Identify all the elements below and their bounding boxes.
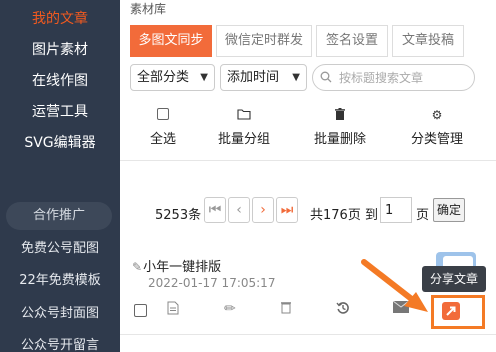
last-page-button[interactable]: ⏭ (276, 197, 298, 223)
history-icon[interactable] (336, 301, 350, 319)
page-suffix: 页 (416, 208, 430, 223)
total-count: 5253条 (155, 208, 202, 223)
sidebar-promo-item-cover[interactable]: 公众号封面图 (0, 303, 120, 325)
category-select[interactable]: 全部分类 ▼ (130, 64, 215, 91)
sort-select-value: 添加时间 (227, 70, 280, 85)
confirm-page-button[interactable]: 确定 (433, 198, 465, 222)
share-icon (446, 306, 456, 316)
search-icon (320, 71, 332, 83)
sidebar-item-online-design[interactable]: 在线作图 (0, 69, 120, 93)
sidebar-promo-label[interactable]: 合作推广 (6, 202, 112, 230)
trash-icon[interactable] (280, 301, 292, 318)
sidebar-promo-item-comments[interactable]: 公众号开留言 (0, 335, 120, 352)
folder-icon (218, 108, 270, 122)
library-title: 素材库 (130, 2, 167, 16)
sort-select[interactable]: 添加时间 ▼ (220, 64, 307, 91)
select-all-control[interactable]: 全选 (150, 108, 176, 147)
prev-page-button[interactable]: ‹ (228, 197, 250, 223)
batch-group-label: 批量分组 (218, 132, 271, 147)
tab-multi-sync[interactable]: 多图文同步 (130, 25, 212, 57)
sidebar-item-image-assets[interactable]: 图片素材 (0, 38, 120, 62)
first-page-icon: ⏮ (208, 202, 222, 218)
total-pages: 共176页 (310, 208, 361, 223)
search-box[interactable] (312, 64, 475, 91)
batch-delete-button[interactable]: 批量删除 (314, 108, 366, 147)
mail-icon[interactable] (392, 300, 410, 317)
sidebar-item-svg-editor[interactable]: SVG编辑器 (0, 131, 120, 155)
chevron-right-icon: › (260, 202, 266, 218)
article-title[interactable]: ✎小年一键排版 (132, 256, 221, 275)
category-manage-label: 分类管理 (411, 132, 464, 147)
share-button[interactable] (442, 302, 460, 320)
next-page-button[interactable]: › (252, 197, 274, 223)
toolbar-divider (120, 160, 496, 161)
sidebar-promo-item-free-images[interactable]: 免费公号配图 (0, 238, 120, 260)
sidebar-item-my-articles[interactable]: 我的文章 (0, 7, 120, 31)
tab-scheduled-send[interactable]: 微信定时群发 (216, 25, 312, 57)
category-select-value: 全部分类 (137, 70, 190, 85)
select-all-checkbox[interactable] (150, 108, 176, 122)
article-checkbox[interactable] (134, 304, 147, 317)
gear-icon: ⚙ (431, 108, 443, 122)
share-tooltip: 分享文章 (422, 266, 486, 292)
search-input[interactable] (339, 69, 469, 87)
page-number-input[interactable] (380, 197, 412, 223)
row-divider (120, 334, 496, 335)
pencil-icon[interactable]: ✏ (224, 301, 236, 317)
article-date: 2022-01-17 17:05:17 (148, 276, 276, 290)
chevron-left-icon: ‹ (236, 202, 242, 218)
article-title-text: 小年一键排版 (143, 260, 222, 275)
chevron-down-icon: ▼ (200, 72, 208, 83)
main-panel: 素材库 多图文同步 微信定时群发 签名设置 文章投稿 全部分类 ▼ 添加时间 ▼… (120, 0, 496, 352)
edit-icon: ✎ (132, 260, 143, 274)
chevron-down-icon: ▼ (292, 72, 300, 83)
sidebar-item-ops-tools[interactable]: 运营工具 (0, 100, 120, 124)
sidebar: 我的文章 图片素材 在线作图 运营工具 SVG编辑器 合作推广 免费公号配图 2… (0, 0, 120, 352)
first-page-button[interactable]: ⏮ (204, 197, 226, 223)
tab-signature[interactable]: 签名设置 (316, 25, 388, 57)
sidebar-promo-item-templates[interactable]: 22年免费模板 (0, 270, 120, 292)
trash-icon (314, 108, 366, 122)
batch-group-button[interactable]: 批量分组 (218, 108, 270, 147)
goto-label: 到 (365, 208, 379, 223)
batch-delete-label: 批量删除 (314, 132, 367, 147)
tab-submit[interactable]: 文章投稿 (392, 25, 464, 57)
last-page-icon: ⏭ (280, 202, 294, 218)
document-icon[interactable] (167, 301, 179, 319)
category-manage-button[interactable]: ⚙ 分类管理 (411, 108, 463, 147)
select-all-label: 全选 (150, 132, 177, 147)
